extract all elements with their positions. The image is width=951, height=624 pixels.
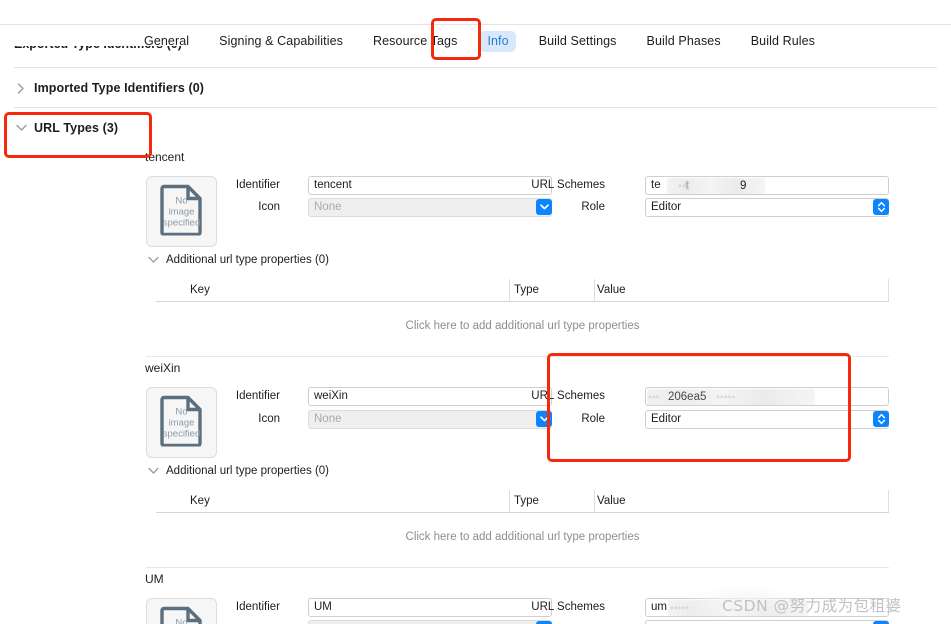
label-role-tencent: Role: [581, 201, 605, 213]
subsection-additional-properties-tencent[interactable]: Additional url type properties (0): [146, 253, 329, 267]
url-scheme-visible-middle-weixin: 206ea5: [668, 391, 707, 403]
chevron-down-icon[interactable]: [14, 121, 28, 135]
role-popup-button-tencent[interactable]: [873, 199, 889, 215]
url-scheme-visible-suffix-tencent: 9: [740, 180, 747, 192]
watermark-text: CSDN @努力成为包租婆: [722, 597, 902, 615]
column-divider-type: [509, 279, 510, 301]
chevron-down-icon[interactable]: [146, 253, 160, 267]
group-divider-2: [146, 567, 889, 568]
column-divider-value: [594, 279, 595, 301]
label-icon-tencent: Icon: [258, 201, 280, 213]
role-popup-button-weixin[interactable]: [873, 411, 889, 427]
xcode-info-pane: General Signing & Capabilities Resource …: [0, 0, 951, 624]
input-icon-um[interactable]: [308, 620, 552, 624]
properties-table-header-tencent: Key Type Value: [156, 279, 889, 301]
empty-table-hint-weixin[interactable]: Click here to add additional url type pr…: [156, 531, 889, 543]
clipped-scrolled-row-label: Exported Type Identifiers (0): [14, 46, 374, 51]
input-url-schemes-tencent[interactable]: te ··t 9: [645, 176, 889, 195]
column-divider-right: [888, 490, 889, 512]
url-type-name-um: UM: [145, 572, 164, 586]
tab-resource-tags[interactable]: Resource Tags: [366, 31, 464, 52]
url-scheme-blurred-suffix-weixin: ·····: [716, 391, 736, 403]
no-image-document-icon: [159, 183, 204, 240]
label-role-weixin: Role: [581, 413, 605, 425]
no-image-document-icon: [159, 605, 204, 624]
subsection-title-additional-properties-weixin: Additional url type properties (0): [166, 465, 329, 477]
input-url-schemes-weixin[interactable]: ··· 206ea5 ·····: [645, 387, 889, 406]
section-title-url-types: URL Types (3): [34, 121, 119, 135]
column-header-value: Value: [597, 284, 626, 296]
label-url-schemes-weixin: URL Schemes: [531, 390, 605, 402]
column-header-type: Type: [514, 495, 539, 507]
input-role-weixin[interactable]: Editor: [645, 410, 889, 429]
empty-table-hint-tencent[interactable]: Click here to add additional url type pr…: [156, 320, 889, 332]
label-icon-weixin: Icon: [258, 413, 280, 425]
section-title-imported-type-identifiers: Imported Type Identifiers (0): [34, 81, 205, 95]
url-scheme-blurred-prefix-weixin: ···: [648, 391, 660, 403]
tabbar-top-divider: [0, 24, 951, 25]
label-url-schemes-tencent: URL Schemes: [531, 179, 605, 191]
subsection-additional-properties-weixin[interactable]: Additional url type properties (0): [146, 464, 329, 478]
url-scheme-visible-prefix-tencent: te: [651, 179, 661, 191]
group-divider-1: [146, 356, 889, 357]
tab-build-settings[interactable]: Build Settings: [532, 31, 624, 52]
annotation-box-weixin-schemes: [547, 353, 851, 462]
chevron-down-icon[interactable]: [146, 464, 160, 478]
column-header-key: Key: [190, 495, 210, 507]
label-identifier-weixin: Identifier: [235, 390, 280, 402]
url-scheme-blurred-text-tencent: ··t: [678, 180, 689, 192]
column-divider-type: [509, 490, 510, 512]
section-url-types[interactable]: URL Types (3): [14, 121, 118, 135]
label-identifier-tencent: Identifier: [235, 179, 280, 191]
properties-table-header-weixin: Key Type Value: [156, 490, 889, 512]
label-identifier-um: Identifier: [235, 601, 280, 613]
chevron-right-icon[interactable]: [14, 81, 28, 95]
column-divider-right: [888, 279, 889, 301]
column-divider-value: [594, 490, 595, 512]
label-url-schemes-um: URL Schemes: [531, 601, 605, 613]
annotation-box-url-types: [4, 112, 152, 158]
input-role-um[interactable]: [645, 620, 889, 624]
url-scheme-visible-prefix-um: um: [651, 601, 667, 613]
input-role-tencent[interactable]: Editor: [645, 198, 889, 217]
tab-build-phases[interactable]: Build Phases: [640, 31, 728, 52]
column-header-key: Key: [190, 284, 210, 296]
url-type-name-tencent: tencent: [145, 150, 185, 164]
clipped-scrolled-row: Exported Type Identifiers (0): [14, 46, 374, 56]
divider-above-imported-types: [14, 67, 937, 68]
column-header-value: Value: [597, 495, 626, 507]
no-image-document-icon: [159, 394, 204, 451]
tab-build-rules[interactable]: Build Rules: [744, 31, 822, 52]
url-type-name-weixin: weiXin: [145, 361, 181, 375]
column-header-type: Type: [514, 284, 539, 296]
section-imported-type-identifiers[interactable]: Imported Type Identifiers (0): [14, 81, 204, 95]
properties-table-underline-weixin: [156, 512, 889, 513]
properties-table-underline-tencent: [156, 301, 889, 302]
divider-above-url-types: [14, 107, 937, 108]
subsection-title-additional-properties-tencent: Additional url type properties (0): [166, 254, 329, 266]
tab-info[interactable]: Info: [480, 30, 516, 52]
